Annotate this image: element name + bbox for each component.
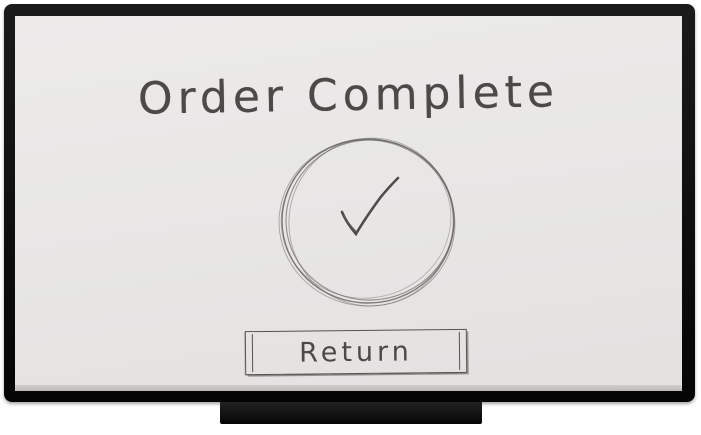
tv-frame: Order Complete Return	[4, 4, 695, 402]
tv-stand	[220, 402, 482, 424]
page-title: Order Complete	[137, 66, 560, 125]
return-button-label: Return	[299, 336, 413, 369]
screen: Order Complete Return	[15, 16, 682, 391]
paper-edge	[15, 385, 682, 391]
return-button[interactable]: Return	[244, 328, 468, 376]
checkmark-circle-icon	[278, 137, 456, 307]
